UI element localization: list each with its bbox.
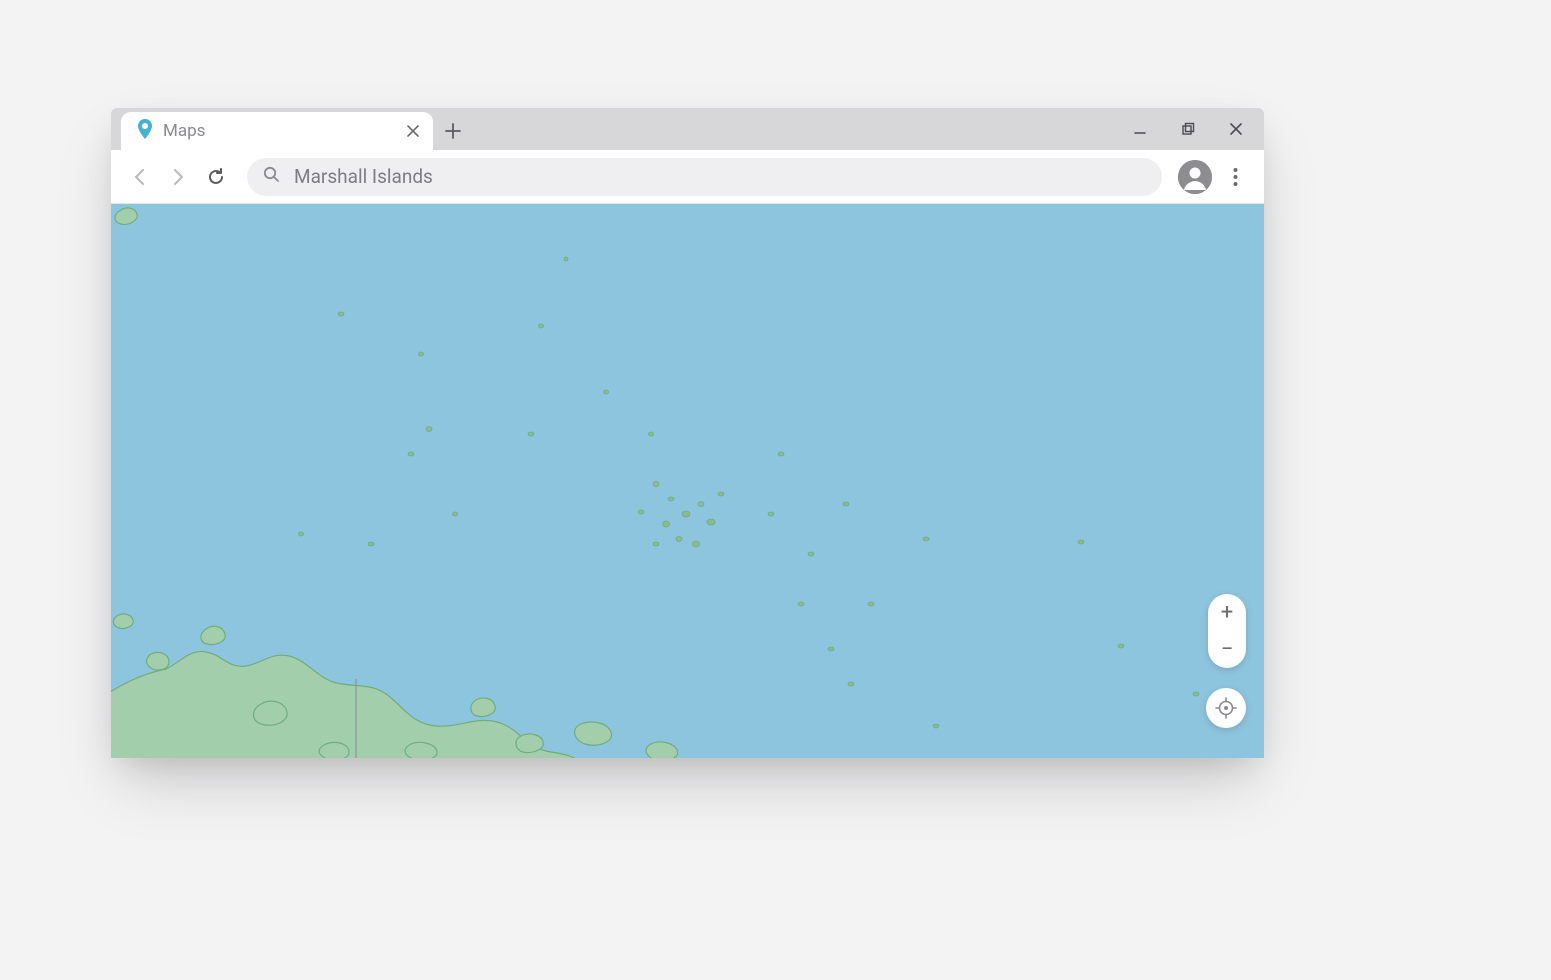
map-pin-icon bbox=[137, 119, 153, 143]
locate-me-button[interactable] bbox=[1206, 688, 1246, 728]
tab-title: Maps bbox=[163, 121, 393, 141]
menu-button[interactable] bbox=[1220, 162, 1250, 192]
tab-strip: Maps bbox=[111, 108, 1264, 150]
reload-button[interactable] bbox=[201, 162, 231, 192]
back-button[interactable] bbox=[125, 162, 155, 192]
forward-button[interactable] bbox=[163, 162, 193, 192]
browser-tab[interactable]: Maps bbox=[121, 112, 433, 150]
map-canvas bbox=[111, 204, 1264, 758]
close-tab-button[interactable] bbox=[403, 121, 423, 141]
search-icon bbox=[263, 166, 280, 187]
zoom-controls: + − bbox=[1208, 594, 1246, 668]
new-tab-button[interactable] bbox=[433, 112, 473, 150]
minimize-button[interactable] bbox=[1116, 108, 1164, 150]
zoom-out-button[interactable]: − bbox=[1208, 631, 1246, 668]
profile-avatar[interactable] bbox=[1178, 160, 1212, 194]
zoom-in-button[interactable]: + bbox=[1208, 594, 1246, 631]
browser-window: Maps bbox=[111, 108, 1264, 758]
close-window-button[interactable] bbox=[1212, 108, 1260, 150]
search-input[interactable] bbox=[294, 165, 1146, 188]
window-controls bbox=[1116, 108, 1260, 150]
map-viewport[interactable]: + − bbox=[111, 204, 1264, 758]
browser-toolbar bbox=[111, 150, 1264, 204]
maximize-button[interactable] bbox=[1164, 108, 1212, 150]
address-bar[interactable] bbox=[247, 158, 1162, 196]
